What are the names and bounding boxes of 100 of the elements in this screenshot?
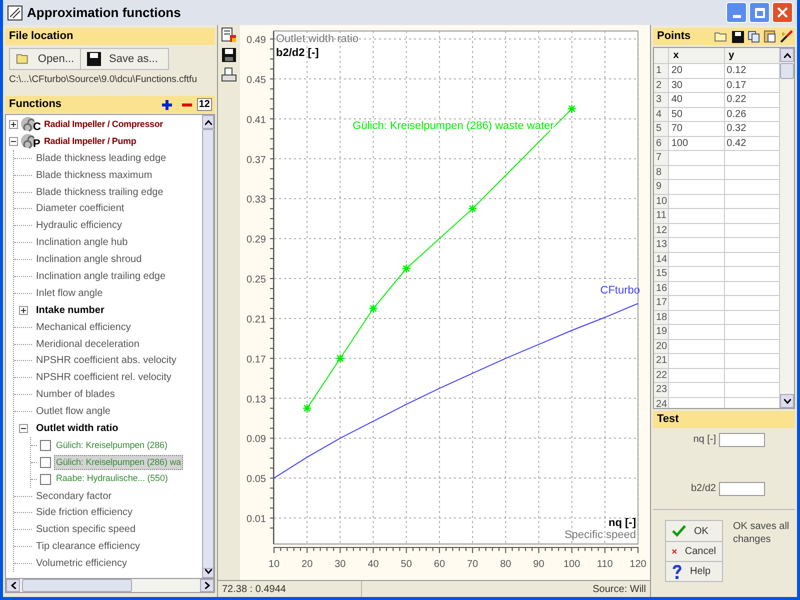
- tree-item[interactable]: Gülich: Kreiselpumpen (286): [54, 438, 170, 454]
- checkbox[interactable]: [40, 440, 51, 451]
- axis-tick-label: 80: [500, 559, 512, 570]
- tree-item[interactable]: Number of blades: [36, 387, 115, 402]
- tree-item[interactable]: Radial Impeller / Compressor: [43, 118, 163, 132]
- numbering-button[interactable]: 12: [196, 98, 212, 111]
- maximize-button[interactable]: [749, 2, 770, 23]
- row-number: 19: [654, 325, 670, 338]
- print-icon[interactable]: [221, 67, 237, 83]
- horizontal-scrollbar[interactable]: [5, 579, 215, 593]
- row-number: 22: [654, 368, 670, 382]
- scroll-thumb[interactable]: [780, 63, 794, 79]
- series-label: Gülich: Kreiselpumpen (286) waste water: [352, 120, 554, 132]
- ok-button[interactable]: OK: [666, 521, 722, 541]
- input-field[interactable]: [719, 432, 765, 446]
- vertical-scrollbar[interactable]: [780, 48, 794, 408]
- axis-tick-label: 90: [533, 559, 544, 570]
- row-number: 5: [654, 122, 670, 136]
- tree-item[interactable]: Raabe: Hydraulische... (550): [54, 471, 170, 487]
- tree-item[interactable]: NPSHR coefficient abs. velocity: [36, 353, 176, 368]
- save-icon: [87, 52, 101, 66]
- tree-item[interactable]: Volumetric efficiency: [36, 556, 127, 572]
- y-axis-title: b2/d2 [-]: [276, 47, 319, 59]
- axis-tick-label: 70: [466, 559, 478, 570]
- status-text: 72.38 : 0.4944: [218, 581, 362, 597]
- tree-item[interactable]: Meridional deceleration: [36, 336, 140, 352]
- edit-document-icon[interactable]: [221, 27, 237, 43]
- tree-item[interactable]: Outlet width ratio: [36, 420, 118, 436]
- scroll-right-icon[interactable]: [204, 582, 210, 589]
- field-label: nq [-]: [693, 433, 716, 447]
- save-icon[interactable]: [732, 30, 744, 42]
- tree-item[interactable]: Blade thickness leading edge: [36, 150, 166, 166]
- add-icon[interactable]: [160, 98, 173, 110]
- section-header: File location: [5, 28, 215, 45]
- file-path: C:\...\CFturbo\Source\9.0\dcu\Functions.cftfu: [9, 74, 197, 86]
- tree-item[interactable]: Intake number: [36, 302, 104, 318]
- tree-item[interactable]: Suction specific speed: [36, 522, 136, 538]
- axis-tick-label: 0.25: [246, 274, 266, 286]
- axis-tick-label: 30: [334, 559, 346, 570]
- axis-tick-label: 0.09: [246, 434, 266, 446]
- row-number: 4: [654, 108, 670, 121]
- tree-item[interactable]: Mechanical efficiency: [36, 320, 131, 335]
- tree-item[interactable]: Diameter coefficient: [36, 201, 124, 216]
- cancel-button[interactable]: Cancel: [666, 541, 722, 561]
- scroll-down-icon[interactable]: [784, 398, 790, 404]
- axis-tick-label: 0.37: [246, 154, 266, 166]
- row-number: 1: [654, 64, 670, 78]
- checkbox[interactable]: [40, 456, 51, 468]
- open-folder-icon: [16, 53, 30, 65]
- save-icon[interactable]: [221, 47, 237, 63]
- tree-item[interactable]: Inclination angle hub: [36, 235, 128, 250]
- tree-item[interactable]: NPSHR coefficient rel. velocity: [36, 370, 172, 386]
- save-as-button[interactable]: Save as...: [80, 49, 168, 69]
- axis-tick-label: 0.17: [246, 354, 266, 366]
- tree-item[interactable]: Side friction efficiency: [36, 505, 133, 520]
- brush-icon[interactable]: [780, 30, 793, 43]
- tree-item[interactable]: Inlet flow angle: [36, 286, 103, 301]
- open-folder-icon[interactable]: [714, 30, 728, 42]
- tree-item[interactable]: Hydraulic efficiency: [36, 218, 122, 234]
- machine-type-letter: C: [33, 121, 41, 134]
- paste-icon[interactable]: [764, 30, 776, 43]
- collapse-icon[interactable]: [19, 424, 28, 433]
- table-cell: 20: [669, 64, 725, 78]
- tree-item[interactable]: Blade thickness maximum: [36, 168, 152, 183]
- scroll-thumb[interactable]: [22, 579, 132, 592]
- close-icon: [777, 7, 788, 18]
- help-icon: [672, 564, 682, 578]
- expand-icon[interactable]: [19, 306, 28, 315]
- row-number: 20: [654, 340, 670, 353]
- close-button[interactable]: [772, 2, 793, 23]
- tree-item[interactable]: Inclination angle trailing edge: [36, 268, 166, 284]
- expand-icon[interactable]: [9, 120, 18, 129]
- tree-item[interactable]: Blade thickness trailing edge: [36, 184, 164, 200]
- open-button[interactable]: Open...: [10, 49, 80, 69]
- row-number: 15: [654, 267, 670, 280]
- x-axis-title: nq [-]: [608, 517, 636, 529]
- checkbox[interactable]: [40, 474, 51, 485]
- row-number: 7: [654, 151, 670, 164]
- minimize-button[interactable]: [726, 2, 747, 23]
- input-field[interactable]: [719, 482, 765, 496]
- data-point: [468, 204, 478, 214]
- scroll-down-icon[interactable]: [204, 568, 212, 574]
- row-number: 6: [654, 136, 670, 150]
- chart-caption: Specific speed: [564, 529, 636, 541]
- tree-item[interactable]: Tip clearance efficiency: [36, 539, 140, 554]
- scroll-left-icon[interactable]: [10, 582, 16, 589]
- row-number: 11: [654, 209, 670, 222]
- tree-item[interactable]: Outlet flow angle: [36, 404, 110, 420]
- axis-tick-label: 10: [268, 559, 280, 570]
- scroll-up-icon[interactable]: [204, 120, 212, 124]
- tree-item[interactable]: Secondary factor: [36, 488, 112, 504]
- axis-tick-label: 60: [434, 559, 446, 570]
- tree-item[interactable]: Radial Impeller / Pump: [43, 134, 136, 148]
- row-number: 9: [654, 180, 670, 194]
- axis-tick-label: 0.05: [246, 474, 266, 486]
- scroll-up-icon[interactable]: [784, 52, 790, 58]
- help-button[interactable]: Help: [666, 561, 722, 581]
- copy-icon[interactable]: [748, 30, 760, 42]
- collapse-icon[interactable]: [9, 136, 18, 146]
- tree-item[interactable]: Inclination angle shroud: [36, 252, 142, 268]
